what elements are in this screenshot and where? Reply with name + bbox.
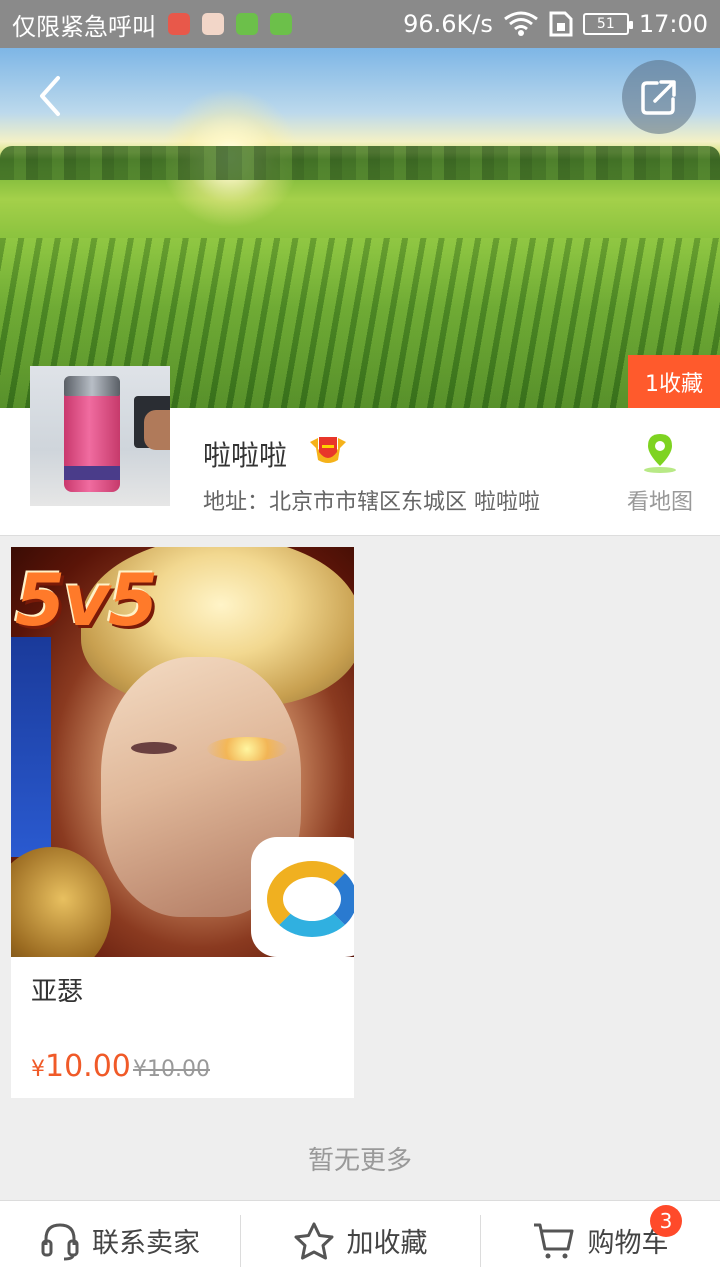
network-speed: 96.6K/s xyxy=(403,10,493,38)
star-icon xyxy=(294,1222,333,1259)
product-image-eye-left xyxy=(131,742,177,754)
list-end-text: 暂无更多 xyxy=(307,1146,412,1176)
view-map-button[interactable]: 看地图 xyxy=(620,432,700,515)
add-favorite-button[interactable]: 加收藏 xyxy=(240,1201,480,1280)
clock: 17:00 xyxy=(638,10,708,38)
carrier-text: 仅限紧急呼叫 xyxy=(12,12,156,41)
product-image-armor xyxy=(11,847,111,957)
mail-app-icon xyxy=(168,13,190,35)
battery-icon: 51 xyxy=(582,13,633,35)
game-logo xyxy=(251,837,354,957)
add-favorite-label: 加收藏 xyxy=(346,1228,428,1259)
avatar-cup-band xyxy=(64,466,120,480)
shop-avatar[interactable] xyxy=(30,366,170,506)
product-name: 亚瑟 xyxy=(31,977,84,1007)
shield-app-icon xyxy=(236,13,258,35)
sim-icon xyxy=(549,11,573,37)
product-image-5v5-text: 5v5 xyxy=(15,558,158,642)
favorites-count-badge: 1收藏 xyxy=(628,355,720,408)
wifi-icon xyxy=(503,11,538,36)
contact-seller-button[interactable]: 联系卖家 xyxy=(0,1201,240,1280)
headset-icon xyxy=(41,1222,79,1260)
avatar-hand xyxy=(144,410,170,450)
product-image-cape xyxy=(11,637,51,857)
bottom-action-bar: 联系卖家 加收藏 购物车 xyxy=(0,1200,720,1280)
product-original-price: ¥10.00 xyxy=(133,1057,210,1082)
chevron-left-icon xyxy=(40,76,60,116)
contact-seller-label: 联系卖家 xyxy=(92,1228,200,1259)
product-card[interactable]: 5v5 亚瑟 ¥10.00 ¥10.00 xyxy=(11,547,354,1098)
avatar-app-icon xyxy=(202,13,224,35)
product-price: ¥10.00 xyxy=(31,1049,131,1084)
shop-info: 啦啦啦 地址：北京市市辖区东城区 啦啦啦 看地图 xyxy=(0,366,720,536)
product-image-eye-glow xyxy=(207,737,287,761)
battery-level: 51 xyxy=(596,16,615,32)
currency-symbol: ¥ xyxy=(31,1057,45,1082)
product-image[interactable]: 5v5 xyxy=(11,547,354,957)
cart-button[interactable]: 购物车 xyxy=(480,1201,720,1280)
cart-icon xyxy=(533,1223,573,1258)
share-icon xyxy=(641,80,676,115)
shop-name: 啦啦啦 xyxy=(203,439,288,472)
product-price-value: 10.00 xyxy=(45,1049,131,1084)
shop-banner: 1收藏 xyxy=(0,48,720,408)
back-button[interactable] xyxy=(28,74,72,118)
status-bar: 仅限紧急呼叫 96.6K/s 51 17:00 xyxy=(0,0,720,48)
banner-treeline xyxy=(0,146,720,180)
location-pin-icon xyxy=(644,434,676,473)
verified-shield-icon xyxy=(310,437,346,463)
share-button[interactable] xyxy=(622,60,696,134)
shop-address: 地址：北京市市辖区东城区 啦啦啦 xyxy=(203,490,540,515)
game-logo-ring xyxy=(267,861,354,937)
cart-count-badge: 3 xyxy=(650,1205,682,1237)
view-map-label: 看地图 xyxy=(626,490,693,515)
avatar-cup-lid xyxy=(64,376,120,396)
shield-app-icon-2 xyxy=(270,13,292,35)
